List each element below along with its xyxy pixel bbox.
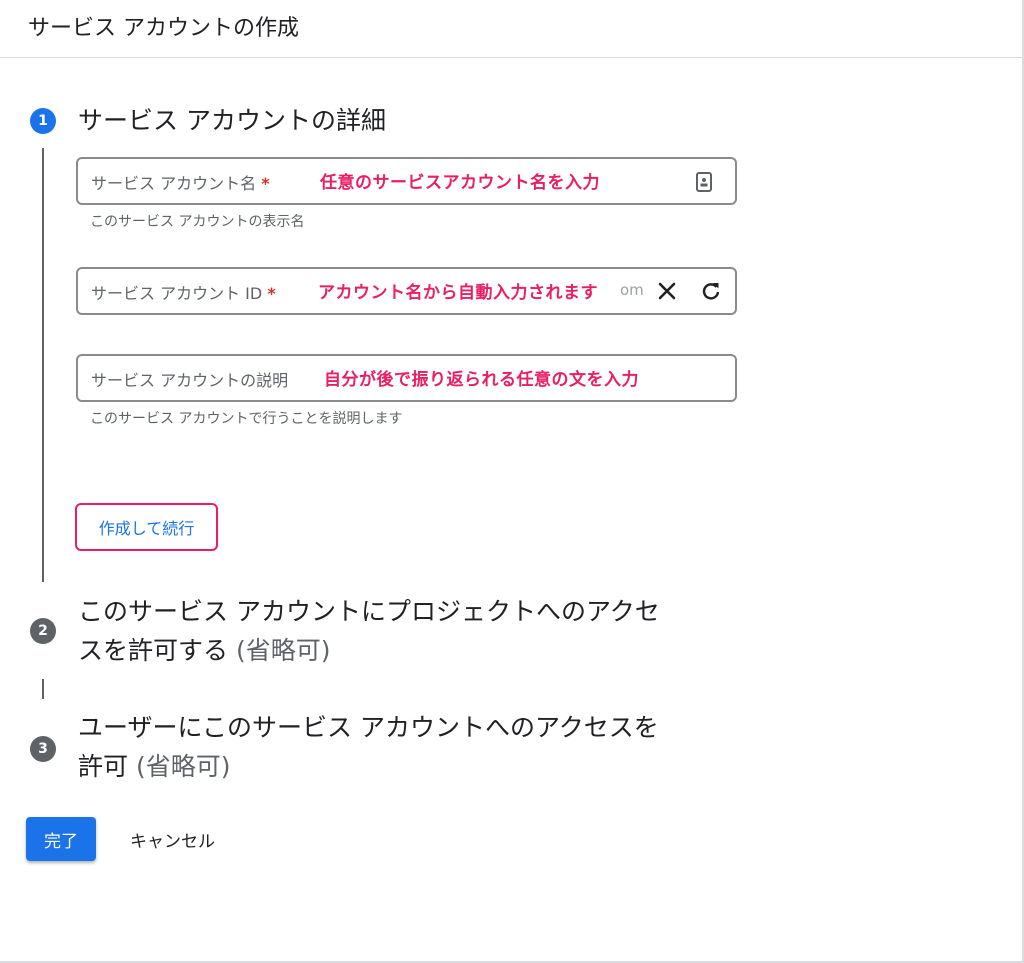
step-1-title: サービス アカウントの詳細	[78, 106, 386, 135]
service-account-description-label: サービス アカウントの説明	[91, 371, 289, 390]
step-2-title-line2: スを許可する	[78, 636, 229, 665]
close-icon[interactable]	[654, 278, 680, 304]
service-account-name-label: サービス アカウント名 *	[91, 174, 270, 193]
step-3-title-line2-wrap: 許可 (省略可)	[78, 747, 659, 786]
step-3-optional: (省略可)	[135, 752, 231, 781]
refresh-icon[interactable]	[698, 278, 724, 304]
service-account-id-label: サービス アカウント ID *	[91, 284, 276, 303]
service-account-name-field[interactable]: サービス アカウント名 * 任意のサービスアカウント名を入力	[76, 157, 737, 205]
service-account-name-hint: このサービス アカウントの表示名	[90, 214, 305, 230]
done-button[interactable]: 完了	[26, 817, 96, 861]
service-account-id-annotation: アカウント名から自動入力されます	[318, 283, 598, 303]
cancel-button[interactable]: キャンセル	[116, 817, 229, 861]
step-1-number: 1	[30, 108, 56, 134]
step-3-title-line1: ユーザーにこのサービス アカウントへのアクセスを	[78, 713, 659, 742]
step-3-title-line2: 許可	[78, 752, 129, 781]
create-and-continue-button[interactable]: 作成して続行	[75, 503, 218, 551]
step-2-connector	[42, 679, 44, 699]
step-3-number: 3	[30, 736, 56, 762]
step-2-title[interactable]: このサービス アカウントにプロジェクトへのアクセ スを許可する (省略可)	[78, 592, 660, 670]
service-account-description-annotation: 自分が後で振り返られる任意の文を入力	[324, 370, 639, 390]
step-2-title-line2-wrap: スを許可する (省略可)	[78, 631, 660, 670]
step-1-connector	[42, 148, 44, 582]
step-2-title-line1: このサービス アカウントにプロジェクトへのアクセ	[78, 597, 660, 626]
service-account-id-value: om	[620, 281, 644, 299]
step-3-title[interactable]: ユーザーにこのサービス アカウントへのアクセスを 許可 (省略可)	[78, 708, 659, 786]
step-2-optional: (省略可)	[235, 636, 331, 665]
step-2-number: 2	[30, 618, 56, 644]
service-account-description-field[interactable]: サービス アカウントの説明 自分が後で振り返られる任意の文を入力	[76, 354, 737, 402]
service-account-description-hint: このサービス アカウントで行うことを説明します	[90, 411, 403, 427]
page-title: サービス アカウントの作成	[28, 16, 299, 41]
badge-icon	[692, 170, 716, 194]
service-account-id-field[interactable]: サービス アカウント ID * アカウント名から自動入力されます om	[76, 267, 737, 315]
service-account-name-annotation: 任意のサービスアカウント名を入力	[320, 173, 600, 193]
header: サービス アカウントの作成	[0, 0, 1024, 58]
